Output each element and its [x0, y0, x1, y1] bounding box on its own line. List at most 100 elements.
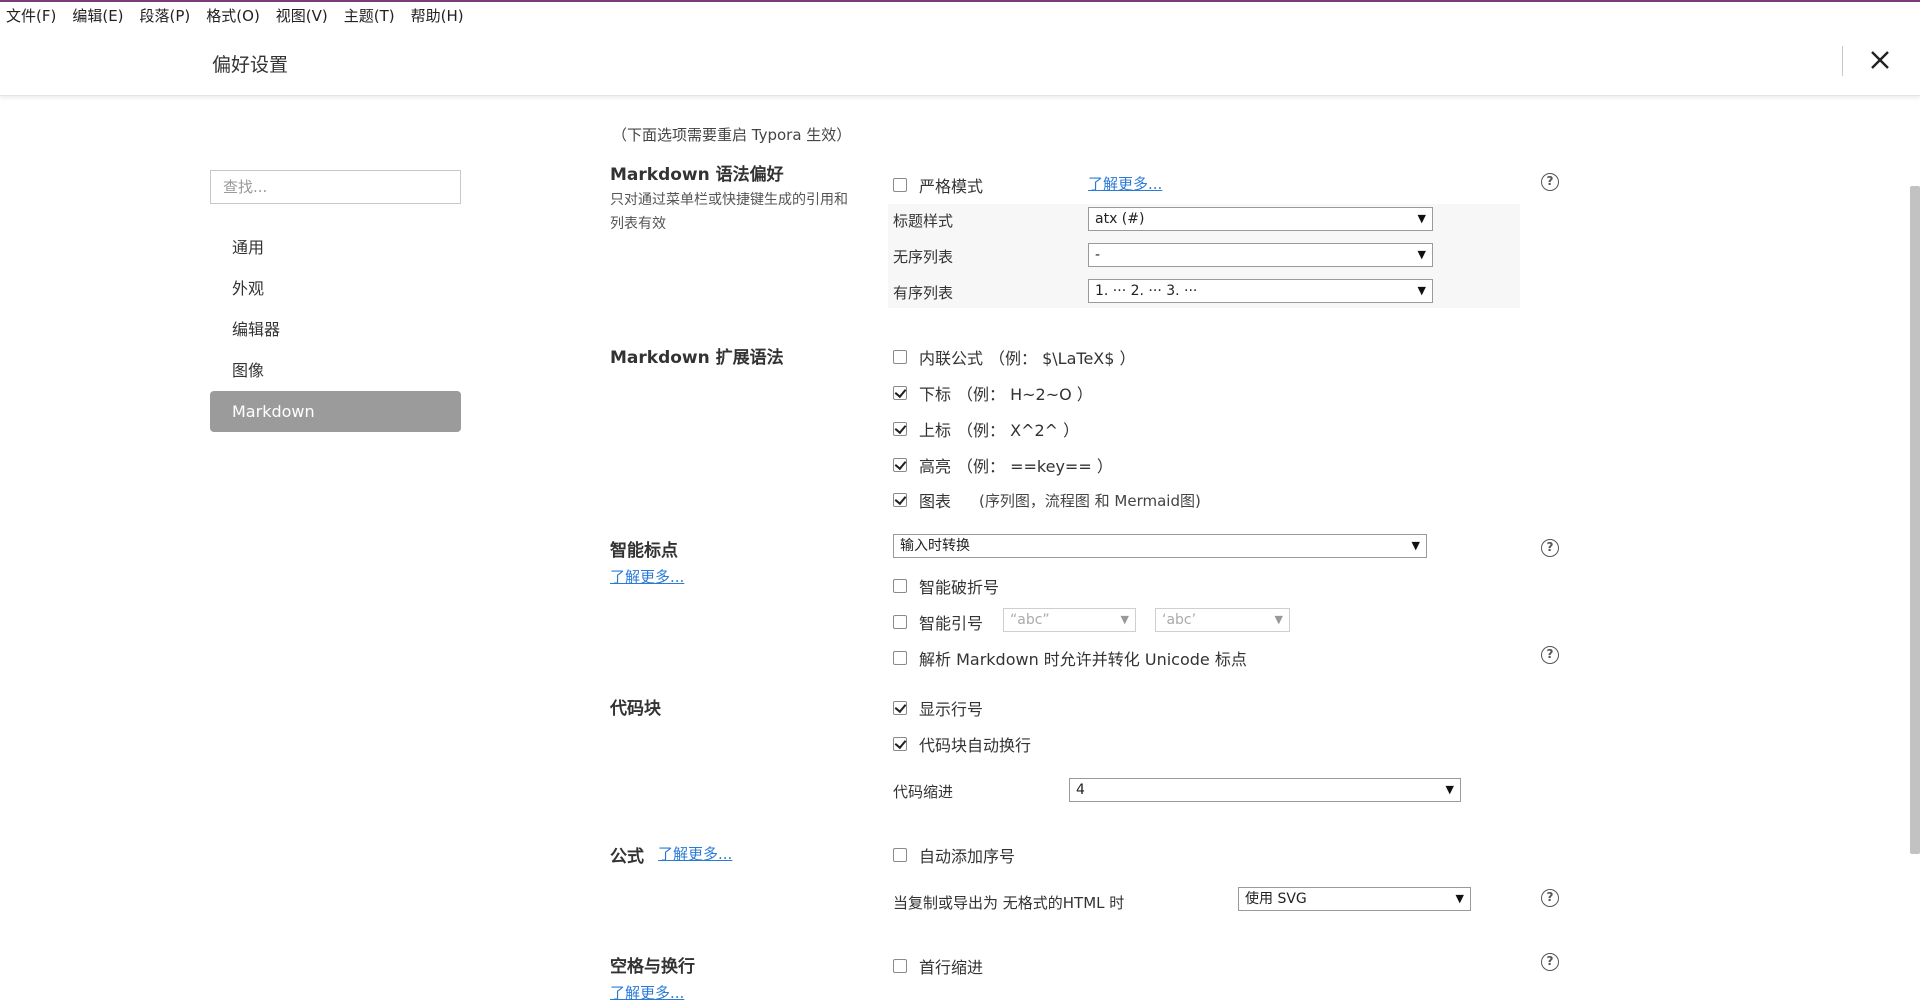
math-export-label: 当复制或导出为 无格式的HTML 时	[893, 894, 1125, 912]
code-wrap-label: 代码块自动换行	[919, 736, 1032, 755]
chevron-down-icon: ▼	[1417, 212, 1426, 225]
preferences-sidebar: 通用 外观 编辑器 图像 Markdown	[210, 170, 461, 432]
unordered-list-select[interactable]: - ▼	[1088, 243, 1433, 267]
preferences-header: 偏好设置	[0, 28, 1920, 96]
menu-help[interactable]: 帮助(H)	[411, 5, 464, 26]
header-divider	[1842, 46, 1843, 76]
smart-double-quote-select[interactable]: “abc” ▼	[1003, 608, 1136, 632]
menu-edit[interactable]: 编辑(E)	[72, 5, 123, 26]
math-export-value: 使用 SVG	[1245, 891, 1307, 907]
section-title-syntax-pref: Markdown 语法偏好	[610, 165, 784, 185]
menu-file[interactable]: 文件(F)	[6, 5, 56, 26]
unicode-punct-label: 解析 Markdown 时允许并转化 Unicode 标点	[919, 650, 1247, 669]
code-indent-select[interactable]: 4 ▼	[1069, 778, 1461, 802]
ordered-list-select[interactable]: 1. ··· 2. ··· 3. ··· ▼	[1088, 279, 1433, 303]
menu-theme[interactable]: 主题(T)	[344, 5, 395, 26]
code-indent-value: 4	[1076, 782, 1085, 798]
heading-style-label: 标题样式	[893, 212, 954, 230]
highlight-option[interactable]: 高亮 （例： ==key== ）	[893, 453, 1113, 477]
subscript-checkbox[interactable]	[893, 386, 907, 400]
auto-number-option[interactable]: 自动添加序号	[893, 843, 1015, 867]
menu-view[interactable]: 视图(V)	[276, 5, 328, 26]
unicode-punct-checkbox[interactable]	[893, 651, 907, 665]
inline-math-checkbox[interactable]	[893, 350, 907, 364]
auto-number-label: 自动添加序号	[919, 847, 1016, 866]
inline-math-label: 内联公式	[919, 349, 984, 368]
diagrams-label: 图表	[919, 492, 952, 511]
code-indent-label: 代码缩进	[893, 783, 954, 801]
highlight-label: 高亮	[919, 457, 952, 476]
search-input[interactable]	[210, 170, 461, 204]
code-wrap-checkbox[interactable]	[893, 737, 907, 751]
sidebar-item-markdown[interactable]: Markdown	[210, 391, 461, 432]
math-export-select[interactable]: 使用 SVG ▼	[1238, 887, 1471, 911]
content-scrollbar[interactable]	[1910, 186, 1920, 854]
subscript-example: （例： H~2~O ）	[957, 385, 1093, 404]
line-numbers-checkbox[interactable]	[893, 701, 907, 715]
superscript-label: 上标	[919, 421, 952, 440]
smart-punctuation-help-icon[interactable]: ?	[1541, 539, 1559, 557]
chevron-down-icon: ▼	[1274, 613, 1283, 626]
close-button[interactable]	[1864, 44, 1896, 76]
math-learn-more-link[interactable]: 了解更多...	[658, 843, 732, 864]
subscript-label: 下标	[919, 385, 952, 404]
math-export-help-icon[interactable]: ?	[1541, 889, 1559, 907]
strict-mode-option[interactable]: 严格模式	[893, 173, 983, 197]
auto-number-checkbox[interactable]	[893, 848, 907, 862]
close-icon	[1871, 51, 1889, 69]
chevron-down-icon: ▼	[1417, 284, 1426, 297]
sidebar-item-image[interactable]: 图像	[210, 350, 461, 391]
inline-math-example: （例： $\LaTeX$ ）	[989, 349, 1136, 368]
sidebar-item-appearance[interactable]: 外观	[210, 268, 461, 309]
menu-bar: 文件(F) 编辑(E) 段落(P) 格式(O) 视图(V) 主题(T) 帮助(H…	[0, 2, 1920, 28]
sidebar-item-editor[interactable]: 编辑器	[210, 309, 461, 350]
smart-quotes-checkbox[interactable]	[893, 615, 907, 629]
highlight-checkbox[interactable]	[893, 458, 907, 472]
smart-punctuation-learn-more-link[interactable]: 了解更多...	[610, 566, 684, 587]
section-title-code-block: 代码块	[610, 699, 661, 719]
diagrams-checkbox[interactable]	[893, 493, 907, 507]
chevron-down-icon: ▼	[1411, 539, 1420, 552]
syntax-pref-help-icon[interactable]: ?	[1541, 173, 1559, 191]
sidebar-item-general[interactable]: 通用	[210, 227, 461, 268]
first-line-indent-checkbox[interactable]	[893, 959, 907, 973]
unicode-punct-option[interactable]: 解析 Markdown 时允许并转化 Unicode 标点	[893, 646, 1247, 670]
section-title-whitespace: 空格与换行	[610, 957, 695, 977]
unicode-punct-help-icon[interactable]: ?	[1541, 646, 1559, 664]
code-wrap-option[interactable]: 代码块自动换行	[893, 732, 1031, 756]
subscript-option[interactable]: 下标 （例： H~2~O ）	[893, 381, 1093, 405]
ordered-list-value: 1. ··· 2. ··· 3. ···	[1095, 283, 1198, 299]
syntax-pref-learn-more-link[interactable]: 了解更多...	[1088, 173, 1162, 194]
smart-dash-option[interactable]: 智能破折号	[893, 574, 999, 598]
line-numbers-option[interactable]: 显示行号	[893, 696, 983, 720]
smart-dash-label: 智能破折号	[919, 578, 1000, 597]
ordered-list-label: 有序列表	[893, 284, 954, 302]
first-line-indent-option[interactable]: 首行缩进	[893, 954, 983, 978]
superscript-checkbox[interactable]	[893, 422, 907, 436]
smart-quotes-option[interactable]: 智能引号	[893, 610, 983, 634]
smart-dash-checkbox[interactable]	[893, 579, 907, 593]
smart-single-quote-value: ‘abc’	[1162, 612, 1197, 628]
whitespace-learn-more-link[interactable]: 了解更多...	[610, 982, 684, 1002]
menu-format[interactable]: 格式(O)	[206, 5, 260, 26]
smart-punctuation-mode-select[interactable]: 输入时转换 ▼	[893, 534, 1427, 558]
restart-note: （下面选项需要重启 Typora 生效）	[612, 126, 852, 144]
section-desc-syntax-pref: 只对通过菜单栏或快捷键生成的引用和列表有效	[610, 192, 848, 232]
first-line-indent-label: 首行缩进	[919, 958, 984, 977]
highlight-example: （例： ==key== ）	[957, 457, 1113, 476]
diagrams-option[interactable]: 图表 (序列图，流程图 和 Mermaid图)	[893, 488, 1201, 512]
menu-paragraph[interactable]: 段落(P)	[140, 5, 191, 26]
heading-style-select[interactable]: atx (#) ▼	[1088, 207, 1433, 231]
chevron-down-icon: ▼	[1445, 783, 1454, 796]
whitespace-help-icon[interactable]: ?	[1541, 953, 1559, 971]
superscript-option[interactable]: 上标 （例： X^2^ ）	[893, 417, 1079, 441]
inline-math-option[interactable]: 内联公式 （例： $\LaTeX$ ）	[893, 345, 1136, 369]
chevron-down-icon: ▼	[1417, 248, 1426, 261]
smart-punctuation-mode-value: 输入时转换	[900, 538, 970, 554]
strict-mode-checkbox[interactable]	[893, 178, 907, 192]
smart-single-quote-select[interactable]: ‘abc’ ▼	[1155, 608, 1290, 632]
smart-double-quote-value: “abc”	[1010, 612, 1050, 628]
smart-quotes-label: 智能引号	[919, 614, 984, 633]
sidebar-nav: 通用 外观 编辑器 图像 Markdown	[210, 227, 461, 432]
unordered-list-value: -	[1095, 247, 1101, 263]
